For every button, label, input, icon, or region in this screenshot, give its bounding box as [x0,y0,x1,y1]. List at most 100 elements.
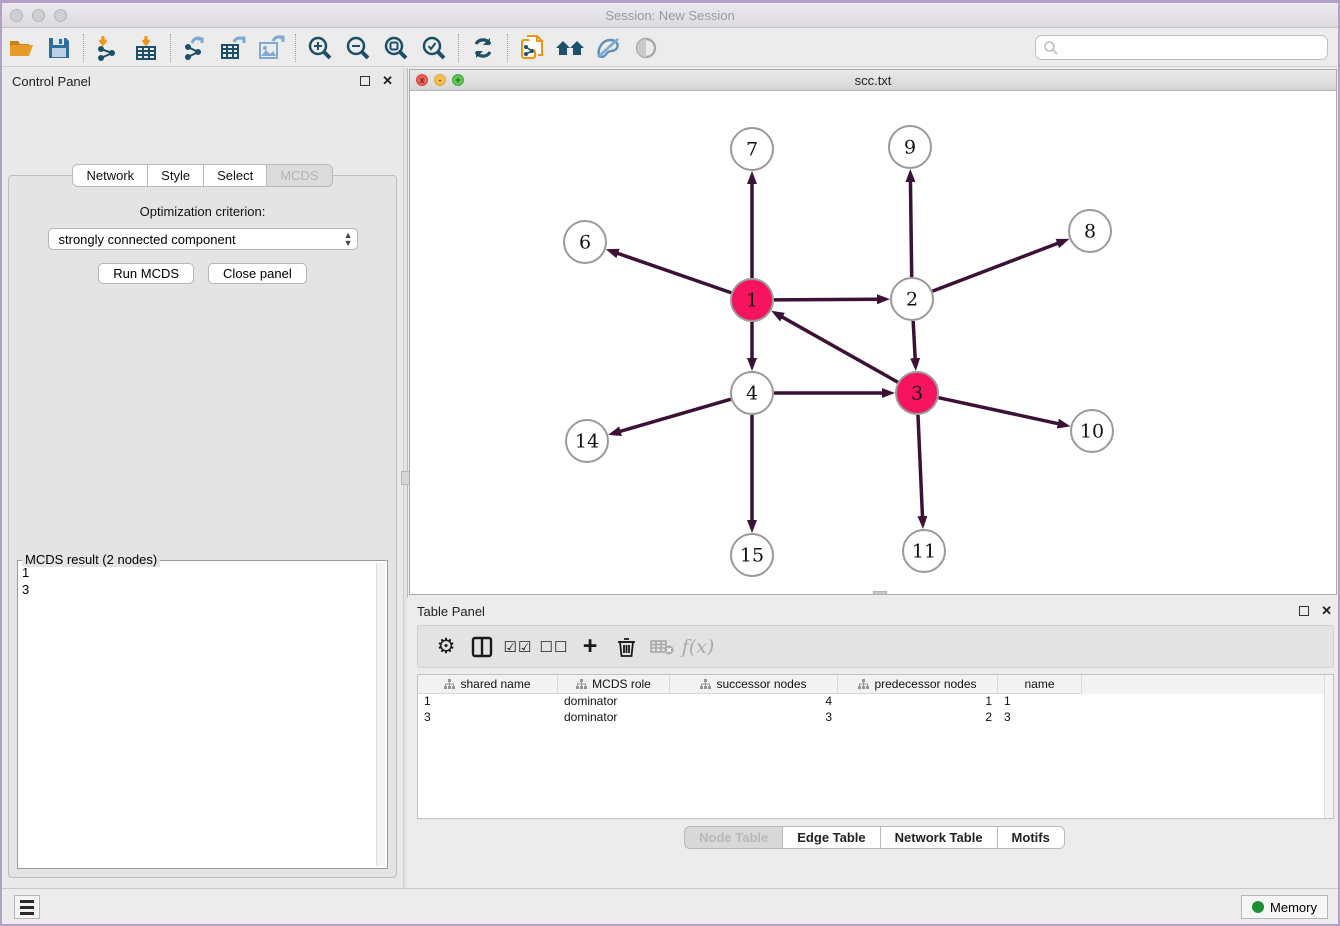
table-toolbar: ⚙ ☑☑ ☐☐ + f(x) [417,625,1334,668]
table-cell[interactable]: 3 [418,710,558,726]
tab-select[interactable]: Select [203,164,266,187]
table-cell[interactable]: 3 [670,710,838,726]
tab-network[interactable]: Network [72,164,147,187]
search-input[interactable] [1059,38,1327,58]
status-bar: Memory [2,888,1338,924]
duplicate-network-icon[interactable] [515,33,549,63]
tab-edge-table[interactable]: Edge Table [782,826,879,849]
style-preview-icon[interactable] [591,33,625,63]
tab-style[interactable]: Style [147,164,203,187]
table-cell[interactable]: dominator [558,710,670,726]
column-header-successor-nodes[interactable]: successor nodes [670,675,838,694]
optimization-criterion-dropdown[interactable]: strongly connected component ▲▼ [48,228,358,250]
function-builder-icon[interactable]: f(x) [680,632,716,662]
graph-node-label: 1 [746,290,758,312]
titlebar: Session: New Session [2,3,1338,28]
close-panel-icon[interactable]: ✕ [382,76,393,86]
import-network-icon[interactable] [91,33,125,63]
float-panel-icon[interactable] [360,76,370,86]
graph-node-label: 6 [579,232,591,254]
graph-node-label: 4 [746,383,758,405]
graph-edge-1-2[interactable] [774,299,878,300]
refresh-layout-icon[interactable] [466,33,500,63]
table-cell[interactable]: 1 [998,694,1082,710]
network-window: x - + scc.txt 1234678910111415 [409,69,1337,595]
memory-button[interactable]: Memory [1241,895,1328,919]
mcds-result-list[interactable]: 1 3 [22,564,375,866]
close-panel-button[interactable]: Close panel [208,263,307,284]
add-column-icon[interactable]: + [572,632,608,662]
table-tabs: Node Table Edge Table Network Table Moti… [407,826,1340,849]
task-history-icon[interactable] [14,895,40,919]
control-panel-tabs: Network Style Select MCDS [2,164,403,187]
network-window-title: scc.txt [410,73,1336,88]
graph-node-label: 14 [575,431,599,453]
graph-edge-4-14[interactable] [620,399,731,431]
table-cell[interactable]: 1 [418,694,558,710]
delete-column-icon[interactable] [608,632,644,662]
gear-icon[interactable]: ⚙ [428,632,464,662]
column-header-MCDS-role[interactable]: MCDS role [558,675,670,694]
table-cell[interactable]: dominator [558,694,670,710]
export-image-icon[interactable] [254,33,288,63]
tab-network-table[interactable]: Network Table [880,826,997,849]
export-network-icon[interactable] [178,33,212,63]
graph-edge-3-11[interactable] [918,415,923,517]
open-file-icon[interactable] [4,33,38,63]
network-window-titlebar: x - + scc.txt [410,70,1336,91]
network-canvas[interactable]: 1234678910111415 [410,91,1336,594]
zoom-fit-icon[interactable] [379,33,413,63]
eye-icon[interactable] [629,33,663,63]
dropdown-stepper-icon: ▲▼ [344,231,353,247]
node-table: shared nameMCDS rolesuccessor nodesprede… [417,674,1334,819]
graph-edge-3-10[interactable] [938,398,1058,424]
control-panel-header: Control Panel ✕ [2,68,403,94]
tab-node-table[interactable]: Node Table [684,826,782,849]
optimization-criterion-label: Optimization criterion: [9,204,396,219]
column-header-name[interactable]: name [998,675,1082,694]
zoom-selected-icon[interactable] [417,33,451,63]
table-cell[interactable]: 3 [998,710,1082,726]
table-cell[interactable]: 2 [838,710,998,726]
export-table-icon[interactable] [216,33,250,63]
graph-node-label: 15 [740,545,764,567]
graph-edge-2-8[interactable] [933,243,1059,291]
run-mcds-button[interactable]: Run MCDS [98,263,194,284]
table-row[interactable]: 3dominator323 [418,710,1333,726]
table-row[interactable]: 1dominator411 [418,694,1333,710]
column-view-icon[interactable] [464,632,500,662]
table-scrollbar[interactable] [1324,675,1333,818]
graph-node-label: 8 [1084,221,1096,243]
mcds-panel: Optimization criterion: strongly connect… [8,175,397,878]
graph-node-label: 10 [1080,421,1104,443]
tab-mcds[interactable]: MCDS [266,164,332,187]
graph-edge-2-3[interactable] [913,321,915,359]
network-resize-grip[interactable] [873,591,887,595]
float-panel-icon[interactable] [1299,606,1309,616]
tab-motifs[interactable]: Motifs [997,826,1065,849]
result-scrollbar[interactable] [376,563,385,866]
deselect-all-columns-icon[interactable]: ☐☐ [536,632,572,662]
table-header-row: shared nameMCDS rolesuccessor nodesprede… [418,675,1333,694]
graph-edge-3-1[interactable] [782,317,898,383]
delete-table-icon[interactable] [644,632,680,662]
table-panel-title: Table Panel [417,604,1299,619]
zoom-in-icon[interactable] [303,33,337,63]
home-view-icon[interactable] [553,33,587,63]
column-header-shared-name[interactable]: shared name [418,675,558,694]
table-panel-header: Table Panel ✕ [407,598,1340,624]
search-box [1035,35,1328,60]
close-panel-icon[interactable]: ✕ [1321,606,1332,616]
zoom-out-icon[interactable] [341,33,375,63]
dropdown-selected-value: strongly connected component [59,232,344,247]
table-cell[interactable]: 4 [670,694,838,710]
window-title: Session: New Session [2,8,1338,23]
select-all-columns-icon[interactable]: ☑☑ [500,632,536,662]
import-table-icon[interactable] [129,33,163,63]
column-header-predecessor-nodes[interactable]: predecessor nodes [838,675,998,694]
table-cell[interactable]: 1 [838,694,998,710]
save-session-icon[interactable] [42,33,76,63]
graph-edge-2-9[interactable] [910,181,911,277]
main-toolbar [2,29,1338,67]
graph-edge-1-6[interactable] [617,253,731,293]
